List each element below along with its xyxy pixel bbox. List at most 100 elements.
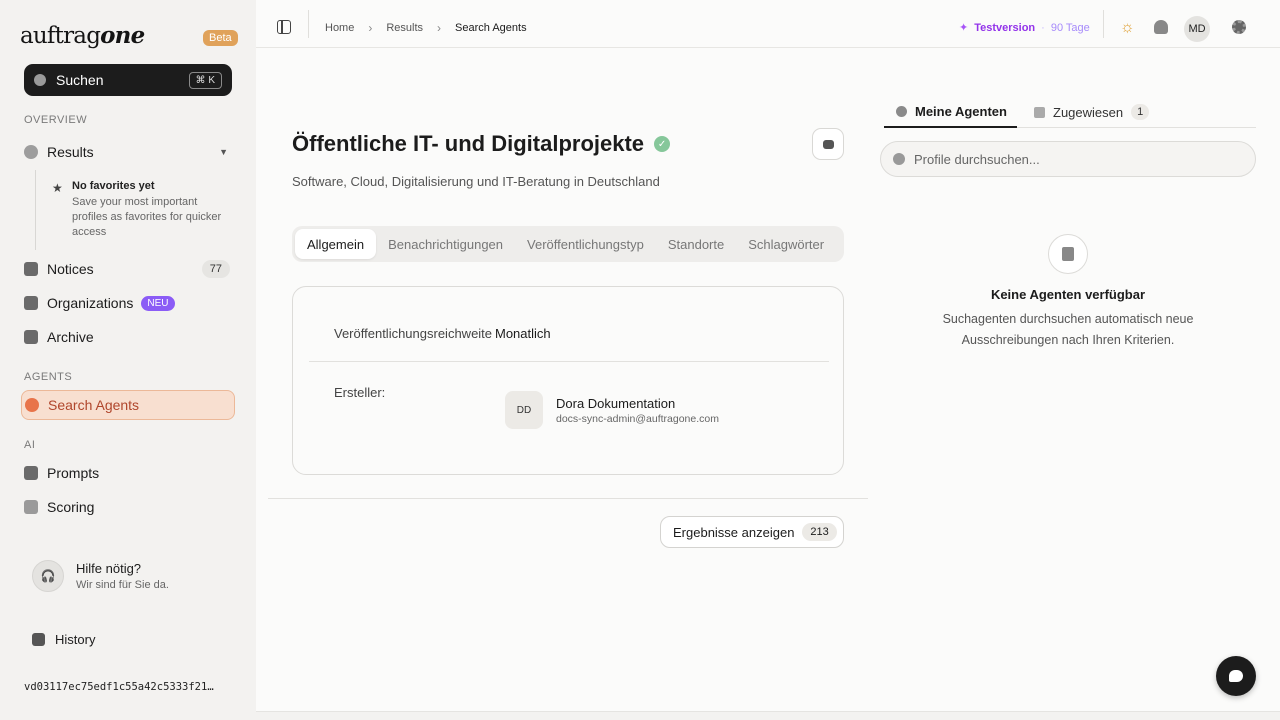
- favorites-title: No favorites yet: [72, 180, 155, 192]
- creator-avatar: DD: [505, 391, 543, 429]
- results-count-badge: 213: [802, 523, 837, 541]
- chevron-right-icon: ›: [368, 21, 373, 35]
- notices-icon: [24, 262, 38, 276]
- tab-assigned[interactable]: Zugewiesen 1: [1034, 96, 1150, 128]
- more-options-button[interactable]: [812, 128, 844, 160]
- page-title: Öffentliche IT- und Digitalprojekte: [292, 131, 645, 156]
- radar-icon: [25, 398, 39, 412]
- sidebar-item-prompts[interactable]: Prompts: [24, 459, 234, 487]
- reach-label: Veröffentlichungsreichweite: [334, 326, 493, 341]
- breadcrumb: Home › Results › Search Agents: [325, 21, 527, 35]
- search-icon: [893, 153, 905, 165]
- help-widget[interactable]: 🎧 Hilfe nötig? Wir sind für Sie da.: [32, 560, 169, 592]
- search-icon: [34, 74, 46, 86]
- tab-my-agents[interactable]: Meine Agenten: [884, 96, 1017, 128]
- tab-label: Meine Agenten: [915, 103, 1007, 119]
- assigned-count-badge: 1: [1131, 104, 1150, 120]
- section-overview: OVERVIEW: [24, 114, 88, 126]
- user-avatar[interactable]: MD: [1184, 16, 1210, 42]
- tab-standorte[interactable]: Standorte: [656, 229, 736, 259]
- breadcrumb-home[interactable]: Home: [325, 22, 354, 34]
- sidebar-item-label: Search Agents: [48, 397, 140, 413]
- build-hash: vd03117ec75edf1c55a42c5333f21…: [24, 681, 214, 693]
- creator-email: docs-sync-admin@auftragone.com: [556, 413, 719, 425]
- tab-schlagwoerter[interactable]: Schlagwörter: [736, 229, 836, 259]
- beta-badge: Beta: [203, 30, 238, 46]
- archive-icon: [24, 330, 38, 344]
- magic-wand-icon: ✦: [959, 22, 969, 34]
- agent-header: Öffentliche IT- und Digitalprojekte ✓: [292, 131, 671, 157]
- bell-icon[interactable]: [1154, 20, 1168, 34]
- sidebar-item-scoring[interactable]: Scoring: [24, 493, 234, 521]
- check-circle-icon: ✓: [654, 136, 671, 152]
- chat-icon: [1229, 670, 1243, 682]
- chevron-right-icon: ›: [437, 21, 442, 35]
- divider: [309, 361, 829, 362]
- breadcrumb-current: Search Agents: [455, 22, 527, 34]
- profile-search-placeholder: Profile durchsuchen...: [914, 151, 1040, 167]
- top-bar: Home › Results › Search Agents ✦ Testver…: [256, 0, 1280, 48]
- logo-prefix: auftrag: [20, 23, 101, 49]
- sidebar-item-label: Results: [47, 144, 94, 160]
- inbox-icon: [1034, 106, 1045, 118]
- reach-value: Monatlich: [495, 326, 551, 341]
- tree-line: [35, 170, 36, 250]
- section-agents: AGENTS: [24, 371, 73, 383]
- star-icon: ★: [52, 181, 63, 195]
- sidebar-item-label: Notices: [47, 261, 94, 277]
- tab-veroeffentlichungstyp[interactable]: Veröffentlichungstyp: [515, 229, 656, 259]
- agent-tabs: Allgemein Benachrichtigungen Veröffentli…: [292, 226, 844, 262]
- tab-benachrichtigungen[interactable]: Benachrichtigungen: [376, 229, 515, 259]
- sidebar-item-label: Organizations: [47, 295, 134, 311]
- global-search-button[interactable]: Suchen ⌘ K: [24, 64, 232, 96]
- agent-details-card: Veröffentlichungsreichweite Monatlich Er…: [292, 286, 844, 475]
- creator-label: Ersteller:: [334, 385, 386, 400]
- trial-indicator[interactable]: ✦ Testversion · 90 Tage: [959, 21, 1090, 35]
- chat-launcher-button[interactable]: [1216, 656, 1256, 696]
- empty-state-title: Keine Agenten verfügbar: [990, 287, 1146, 302]
- sidebar-item-history[interactable]: History: [32, 632, 95, 647]
- tab-allgemein[interactable]: Allgemein: [295, 229, 377, 259]
- separator-dot: ·: [1041, 21, 1045, 34]
- app-logo[interactable]: auftragone: [20, 22, 145, 49]
- agent-icon: [896, 105, 907, 117]
- notices-count-badge: 77: [201, 260, 230, 278]
- show-results-button[interactable]: Ergebnisse anzeigen 213: [660, 516, 844, 548]
- sidebar-item-organizations[interactable]: Organizations NEU: [24, 289, 234, 317]
- breadcrumb-results[interactable]: Results: [386, 22, 423, 34]
- agent-list-tabs: Meine Agenten Zugewiesen 1: [884, 96, 1256, 128]
- new-badge: NEU: [141, 295, 175, 311]
- building-icon: [24, 296, 38, 310]
- sidebar-item-notices[interactable]: Notices 77: [24, 255, 234, 283]
- favorites-description: Save your most important profiles as fav…: [72, 196, 222, 238]
- scoring-icon: [24, 500, 38, 514]
- sidebar-item-label: Archive: [47, 329, 94, 345]
- toggle-sidebar-icon[interactable]: [277, 20, 291, 34]
- section-ai: AI: [24, 439, 36, 451]
- search-shortcut: ⌘ K: [188, 71, 222, 89]
- tab-label: Zugewiesen: [1053, 104, 1124, 120]
- logo-suffix: one: [100, 22, 145, 49]
- sidebar-item-label: History: [55, 632, 96, 647]
- sidebar-item-label: Scoring: [47, 499, 95, 515]
- sidebar-item-search-agents[interactable]: Search Agents: [21, 390, 235, 420]
- divider: [268, 498, 868, 499]
- trial-label: Testversion: [974, 21, 1036, 34]
- sidebar-item-results[interactable]: Results ▼: [24, 138, 234, 166]
- trial-days: 90 Tage: [1050, 21, 1090, 34]
- results-icon: [24, 145, 38, 159]
- gear-icon[interactable]: [1232, 20, 1246, 34]
- sun-icon[interactable]: ☼: [1120, 20, 1136, 36]
- chevron-down-icon[interactable]: ▼: [219, 147, 228, 157]
- document-icon: [1062, 247, 1074, 261]
- history-icon: [32, 633, 45, 646]
- headset-icon: 🎧: [32, 560, 64, 592]
- profile-search-input[interactable]: Profile durchsuchen...: [880, 141, 1256, 177]
- sidebar-item-archive[interactable]: Archive: [24, 323, 234, 351]
- divider: [1103, 10, 1104, 38]
- faded-sidebar-item: [24, 534, 124, 544]
- main-content: Home › Results › Search Agents ✦ Testver…: [256, 0, 1280, 712]
- help-title: Hilfe nötig?: [76, 561, 142, 576]
- creator-name: Dora Dokumentation: [556, 396, 676, 411]
- help-subtitle: Wir sind für Sie da.: [76, 579, 169, 591]
